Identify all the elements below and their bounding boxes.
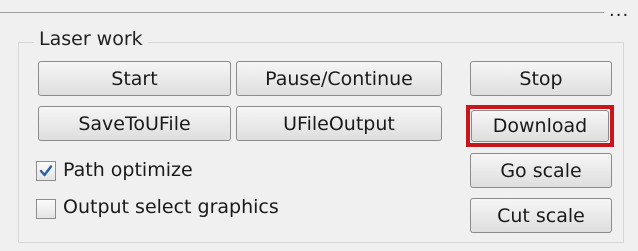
path-optimize-checkbox[interactable] — [36, 161, 56, 181]
checkmark-icon — [39, 165, 53, 177]
start-button[interactable]: Start — [38, 61, 231, 96]
top-border-line — [0, 12, 604, 13]
download-button[interactable]: Download — [471, 110, 609, 142]
path-optimize-label: Path optimize — [63, 159, 193, 181]
save-to-ufile-button[interactable]: SaveToUFile — [38, 106, 231, 141]
group-title: Laser work — [34, 28, 148, 50]
output-select-graphics-checkbox[interactable] — [36, 199, 56, 219]
output-select-graphics-label: Output select graphics — [63, 196, 279, 218]
pause-continue-button[interactable]: Pause/Continue — [236, 61, 442, 96]
cut-scale-button[interactable]: Cut scale — [470, 198, 612, 233]
stop-button[interactable]: Stop — [470, 61, 612, 96]
overflow-indicator: ... — [609, 0, 630, 21]
go-scale-button[interactable]: Go scale — [470, 153, 612, 188]
ufile-output-button[interactable]: UFileOutput — [236, 106, 442, 141]
